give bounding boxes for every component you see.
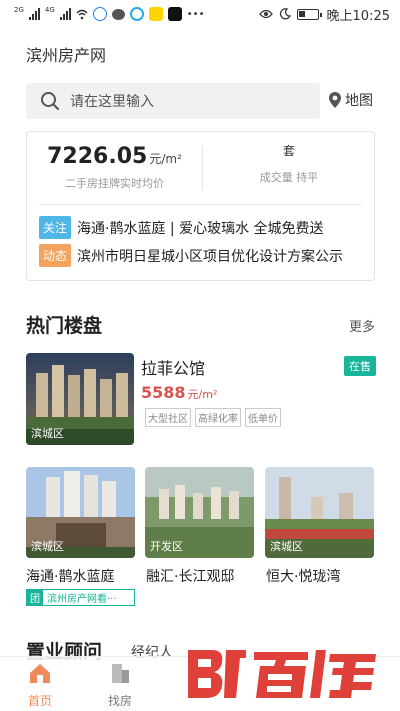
feature-tag: 高绿化率: [195, 408, 241, 427]
status-icons-right: 晚上10:25: [258, 5, 390, 24]
location-pin-icon: [329, 92, 341, 108]
home-icon: [30, 664, 50, 683]
listing-card-name[interactable]: 融汇·长江观邸: [146, 566, 234, 586]
news-text: 滨州市明日星城小区项目优化设计方案公示: [77, 248, 344, 265]
more-dots-icon: •••: [186, 8, 205, 20]
map-button-label: 地图: [345, 93, 373, 109]
avg-price-value: 7226.05: [47, 144, 148, 169]
feature-tag: 低单价: [245, 408, 281, 427]
section-title-hot: 热门楼盘: [26, 315, 103, 337]
news-item[interactable]: 动态 滨州市明日星城小区项目优化设计方案公示: [39, 244, 343, 267]
district-label: 滨城区: [31, 540, 64, 553]
tab-label: 首页: [27, 694, 52, 708]
search-icon: [41, 92, 60, 111]
app-title: 滨州房产网: [26, 46, 107, 65]
app-notification-icon: [92, 7, 107, 21]
avg-price-unit: 元/m²: [149, 152, 182, 166]
group-tag: 团: [27, 590, 43, 605]
app-yellow-icon: [148, 7, 163, 21]
tab-find-house[interactable]: 找房: [90, 661, 150, 709]
tab-label: 找房: [107, 694, 132, 708]
listing-card-name[interactable]: 恒大·悦珑湾: [266, 566, 340, 586]
listing-card-image[interactable]: 开发区: [145, 467, 254, 558]
feature-tag: 大型社区: [145, 408, 191, 427]
browser-icon: [129, 7, 144, 21]
status-badge: 在售: [344, 356, 376, 376]
news-tag-follow: 关注: [39, 216, 72, 239]
volume-unit: 套: [282, 144, 295, 158]
search-placeholder: 请在这里输入: [70, 94, 154, 110]
featured-price-unit: 元/m²: [187, 388, 218, 401]
featured-price-value: 5588: [141, 383, 186, 402]
news-item[interactable]: 关注 海通·鹊水蓝庭 | 爱心玻璃水 全城免费送: [39, 216, 324, 239]
eye-icon: [258, 9, 273, 19]
tab-home[interactable]: 首页: [10, 661, 70, 709]
listing-card-image[interactable]: 滨城区: [265, 467, 374, 558]
network-type-label: 2G: [14, 6, 24, 14]
district-label: 滨城区: [270, 540, 303, 553]
wifi-icon: [76, 9, 88, 20]
price-summary-card: 7226.05 元/m² 二手房挂牌实时均价 套 成交量 持平 关注 海通·鹊水蓝…: [26, 131, 375, 281]
clock: 晚上10:25: [326, 8, 390, 24]
map-button[interactable]: 地图: [328, 90, 373, 110]
news-text: 海通·鹊水蓝庭 | 爱心玻璃水 全城免费送: [77, 220, 324, 237]
volume-desc: 成交量 持平: [259, 171, 319, 184]
listing-card-image[interactable]: 滨城区: [26, 467, 135, 558]
avg-price-block: 7226.05 元/m² 二手房挂牌实时均价: [27, 144, 202, 191]
avg-price-desc: 二手房挂牌实时均价: [65, 177, 164, 190]
building-icon: [112, 664, 129, 683]
district-label: 开发区: [150, 540, 183, 553]
battery-icon: [296, 8, 322, 20]
district-label: 滨城区: [31, 427, 64, 440]
volume-block: 套 成交量 持平: [203, 142, 375, 185]
featured-listing-price: 5588 元/m²: [141, 383, 217, 402]
tiktok-icon: [167, 7, 182, 21]
feature-tags: 大型社区 高绿化率 低单价: [145, 408, 281, 427]
divider-horizontal: [39, 204, 362, 205]
signal-icon-2: [59, 8, 71, 20]
news-tag-update: 动态: [39, 244, 72, 267]
featured-listing-name[interactable]: 拉菲公馆: [141, 355, 205, 379]
status-bar: 2G 4G ••• 晚上10:25: [0, 0, 400, 28]
group-text: 滨州房产网看···: [47, 594, 117, 605]
search-bar[interactable]: 请在这里输入: [26, 83, 320, 119]
featured-listing-image[interactable]: 滨城区: [26, 353, 134, 445]
group-tour-button[interactable]: 团 滨州房产网看···: [26, 589, 135, 606]
watermark-logo: [188, 650, 376, 698]
signal-icon: [28, 8, 40, 20]
wechat-icon: [111, 8, 125, 20]
moon-icon: [279, 8, 291, 20]
status-icons-left: 2G 4G •••: [14, 7, 204, 21]
more-link[interactable]: 更多: [349, 316, 375, 335]
network-type-label-2: 4G: [44, 6, 55, 14]
listing-card-name[interactable]: 海通·鹊水蓝庭: [26, 566, 114, 586]
avg-price: 7226.05 元/m²: [27, 144, 202, 169]
